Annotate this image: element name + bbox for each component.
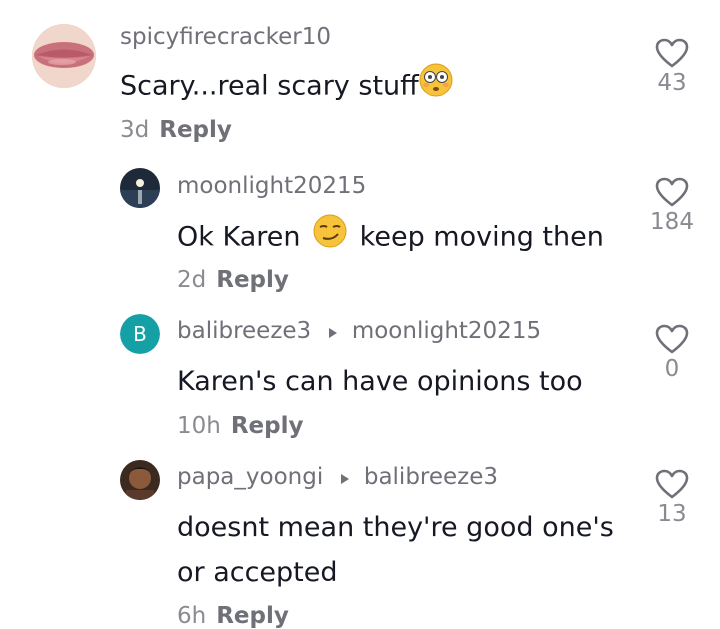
- comment-text: Karen's can have opinions too: [177, 366, 583, 397]
- like-count: 184: [650, 209, 694, 235]
- like-button[interactable]: 43: [642, 38, 702, 96]
- avatar[interactable]: B: [120, 314, 160, 354]
- comment-username[interactable]: papa_yoongi: [177, 464, 323, 490]
- comment-meta: 2d Reply: [177, 267, 289, 293]
- like-count: 43: [657, 70, 687, 96]
- comment-username[interactable]: balibreeze3: [177, 318, 311, 344]
- comment-text: Ok Karen keep moving then: [177, 214, 604, 262]
- comment-text-content: Scary...real scary stuff: [120, 70, 419, 102]
- smirking-face-emoji-icon: [313, 214, 347, 262]
- comment-text: doesnt mean they're good one's or accept…: [177, 505, 614, 595]
- moon-avatar-image: [120, 168, 160, 208]
- comment-age: 10h: [177, 413, 221, 439]
- comment-age: 3d: [120, 117, 150, 143]
- comment-username[interactable]: moonlight20215: [177, 173, 366, 199]
- reply-button[interactable]: Reply: [216, 267, 289, 293]
- comment-meta: 3d Reply: [120, 117, 232, 143]
- avatar[interactable]: [32, 24, 96, 88]
- like-button[interactable]: 13: [642, 469, 702, 527]
- heart-icon: [655, 38, 689, 68]
- like-count: 0: [664, 356, 680, 382]
- comment-age: 6h: [177, 603, 207, 629]
- comment-text-before-emoji: Ok Karen: [177, 221, 301, 253]
- reply-to-username[interactable]: balibreeze3: [364, 464, 498, 490]
- person-avatar-image: [120, 460, 160, 500]
- heart-icon: [655, 469, 689, 499]
- like-button[interactable]: 0: [642, 324, 702, 382]
- reply-item: papa_yoongi balibreeze3 doesnt mean they…: [0, 445, 720, 629]
- like-count: 13: [657, 501, 687, 527]
- reply-item: B balibreeze3 moonlight20215 Karen's can…: [0, 300, 720, 445]
- avatar[interactable]: [120, 460, 160, 500]
- comment-text-line: or accepted: [177, 557, 338, 588]
- comment-text: Scary...real scary stuff: [120, 63, 453, 111]
- reply-button[interactable]: Reply: [216, 603, 289, 629]
- avatar[interactable]: [120, 168, 160, 208]
- reply-to-username[interactable]: moonlight20215: [352, 318, 541, 344]
- comment-username-line: balibreeze3 moonlight20215: [177, 318, 541, 345]
- comment-meta: 10h Reply: [177, 413, 304, 439]
- avatar-letter: B: [133, 322, 147, 346]
- reply-arrow-icon: [340, 465, 350, 491]
- flushed-face-emoji-icon: [419, 63, 453, 111]
- heart-icon: [655, 177, 689, 207]
- comment-meta: 6h Reply: [177, 603, 289, 629]
- comment-text-line: doesnt mean they're good one's: [177, 512, 614, 543]
- reply-button[interactable]: Reply: [231, 413, 304, 439]
- comment-item: spicyfirecracker10 Scary...real scary st…: [0, 0, 720, 150]
- reply-arrow-icon: [328, 319, 338, 345]
- reply-item: moonlight20215 Ok Karen keep moving then…: [0, 150, 720, 300]
- reply-button[interactable]: Reply: [159, 117, 232, 143]
- comment-username-line: papa_yoongi balibreeze3: [177, 464, 498, 491]
- comment-age: 2d: [177, 267, 207, 293]
- comment-username[interactable]: spicyfirecracker10: [120, 24, 331, 50]
- heart-icon: [655, 324, 689, 354]
- comment-text-after-emoji: keep moving then: [359, 221, 604, 253]
- like-button[interactable]: 184: [642, 177, 702, 235]
- lips-avatar-image: [32, 24, 96, 88]
